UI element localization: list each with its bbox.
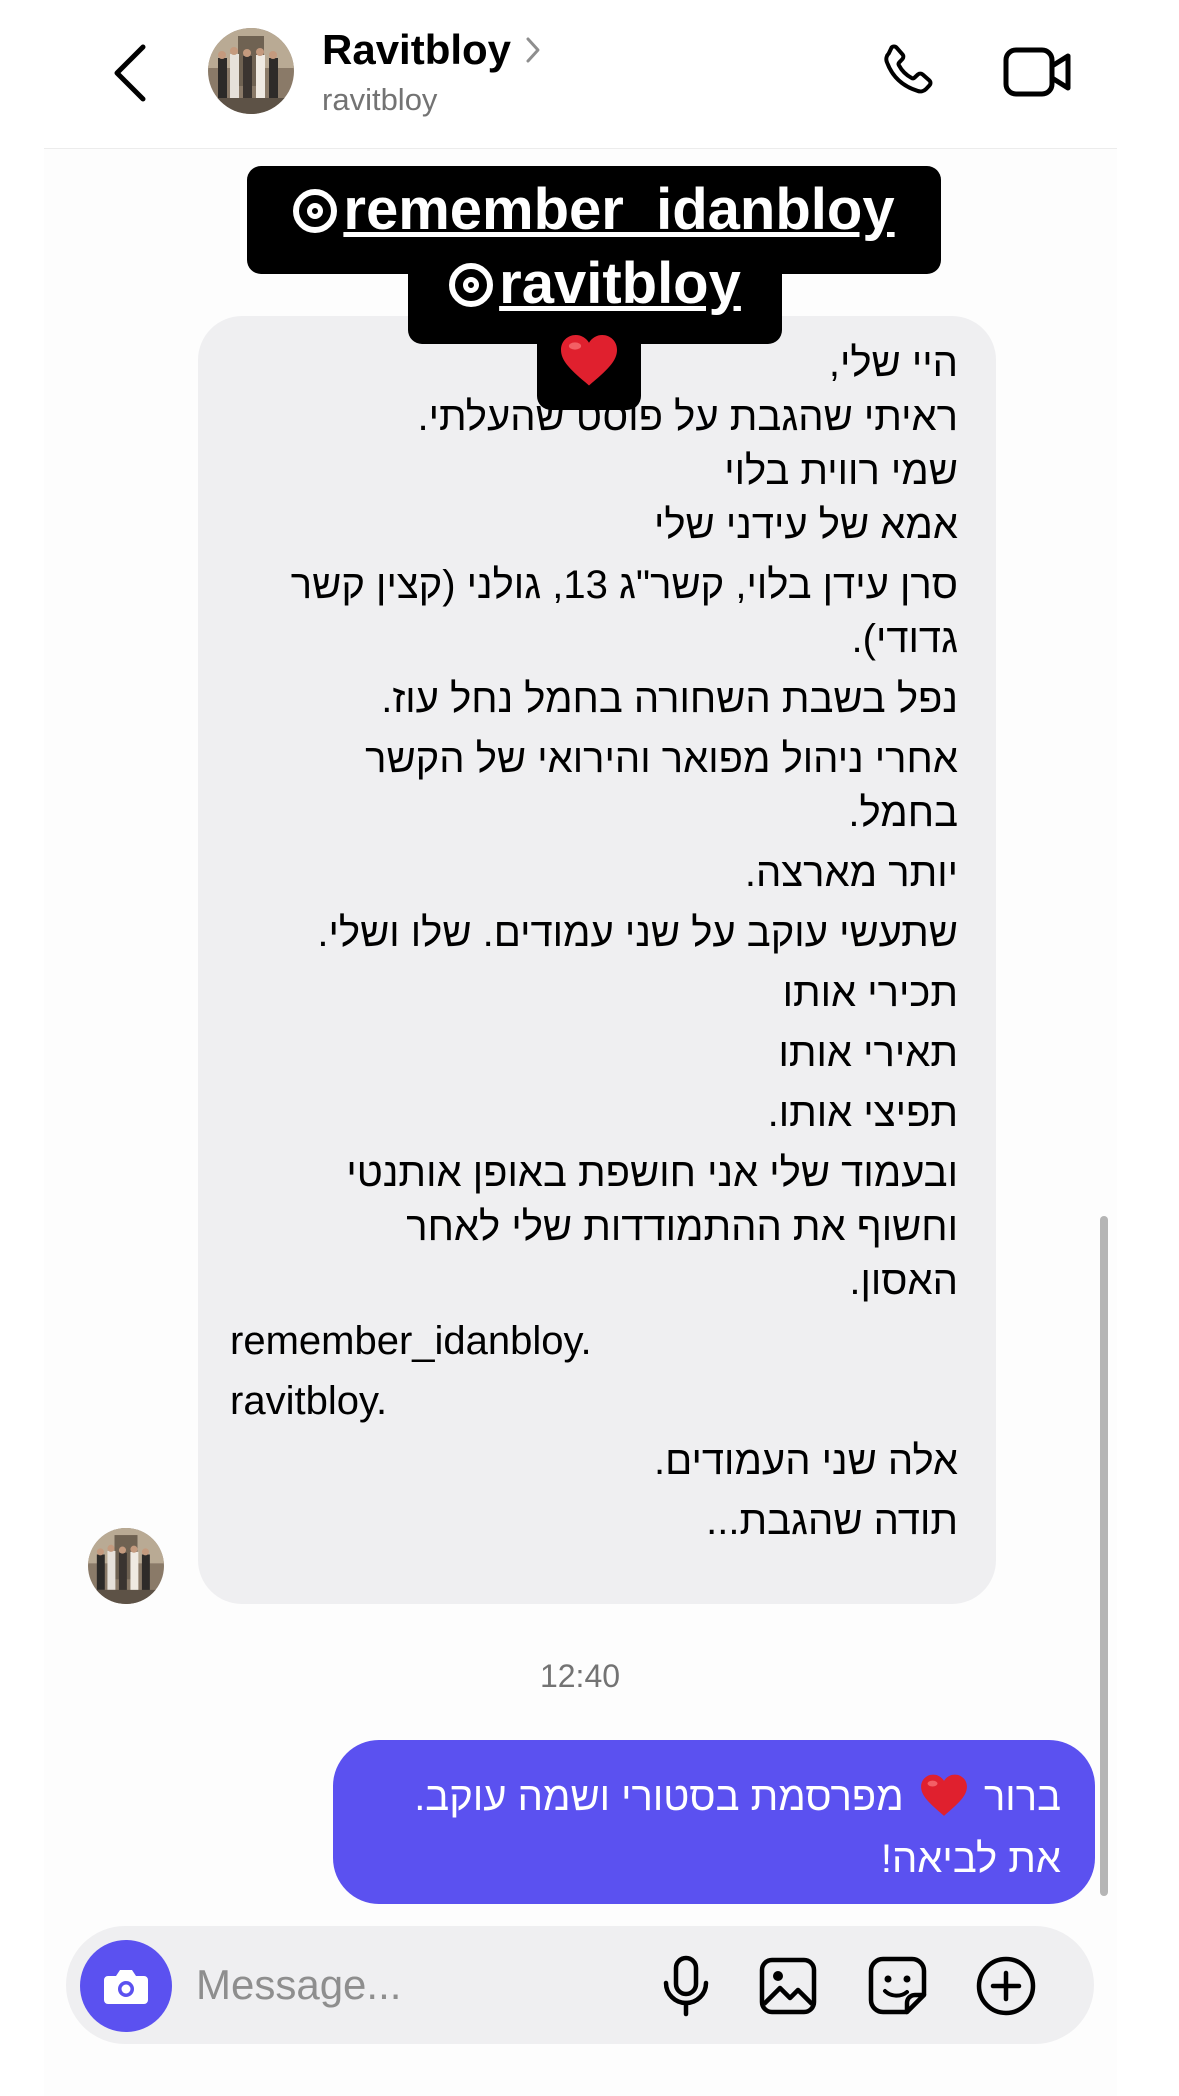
thread-header bbox=[44, 0, 1117, 149]
back-button[interactable] bbox=[100, 38, 160, 108]
threads-icon bbox=[449, 263, 494, 307]
received-message-bubble[interactable]: היי שלי, ראיתי שהגבת על פוסט שהעלתי. שמי… bbox=[198, 316, 996, 1604]
message-line: יותר מארצה. bbox=[744, 851, 958, 895]
message-line: remember_idanbloy. bbox=[230, 1319, 592, 1363]
message-line: גדודי). bbox=[851, 617, 958, 661]
voice-message-button[interactable] bbox=[650, 1950, 722, 2022]
message-line: אחרי ניהול מפואר והירואי של הקשר bbox=[365, 737, 958, 781]
camera-icon bbox=[104, 1970, 148, 2004]
audio-call-button[interactable] bbox=[870, 36, 942, 108]
red-heart-emoji bbox=[919, 1772, 969, 1832]
sent-text-part: ברור bbox=[983, 1775, 1061, 1819]
contact-display-name: Ravitbloy bbox=[322, 26, 512, 73]
video-camera-icon bbox=[1003, 47, 1071, 97]
message-line: שמי רווית בלוי bbox=[724, 449, 958, 493]
message-line: תפיצי אותו. bbox=[767, 1091, 958, 1135]
mention-sticker-ravitbloy[interactable]: ravitbloy bbox=[408, 250, 782, 317]
sticker-icon bbox=[868, 1956, 927, 2015]
sent-message-bubble[interactable]: ברור מפרסמת בסטורי ושמה עוקב. את לביאה! bbox=[333, 1740, 1095, 1904]
dm-thread-screen: Ravitbloy ravitbloy היי שלי, ראיתי שהגבת… bbox=[0, 0, 1179, 2096]
red-heart-emoji bbox=[537, 324, 641, 396]
message-line: ובעמוד שלי אני חושפת באופן אותנטי bbox=[346, 1151, 958, 1195]
video-call-button[interactable] bbox=[1000, 36, 1076, 108]
contact-name[interactable]: Ravitbloy bbox=[322, 26, 541, 74]
message-line: תאירי אותו bbox=[778, 1031, 958, 1075]
sent-message-line: ברור מפרסמת בסטורי ושמה עוקב. bbox=[369, 1770, 1061, 1832]
sent-message-text: ברור מפרסמת בסטורי ושמה עוקב. את לביאה! bbox=[369, 1770, 1061, 1886]
phone-icon bbox=[884, 44, 933, 94]
microphone-icon bbox=[663, 1955, 709, 2017]
chevron-right-icon bbox=[525, 36, 541, 64]
message-line: תכירי אותו bbox=[782, 971, 958, 1015]
message-line: האסון. bbox=[849, 1259, 958, 1303]
message-line: בחמל. bbox=[848, 791, 958, 835]
message-line: שתעשי עוקב על שני עמודים. שלו ושלי. bbox=[317, 911, 958, 955]
sender-profile-photo bbox=[88, 1528, 164, 1604]
avatar[interactable] bbox=[208, 28, 294, 114]
message-line: ravitbloy. bbox=[230, 1379, 388, 1423]
sticker-button[interactable] bbox=[862, 1950, 934, 2022]
camera-button[interactable] bbox=[80, 1940, 172, 2032]
plus-circle-icon bbox=[976, 1956, 1036, 2016]
profile-photo bbox=[208, 28, 294, 114]
threads-icon bbox=[293, 189, 338, 233]
message-line: נפל בשבת השחורה בחמל נחל עוז. bbox=[381, 677, 958, 721]
gallery-button[interactable] bbox=[752, 1950, 824, 2022]
contact-username: ravitbloy bbox=[322, 82, 438, 117]
message-line: סרן עידן בלוי, קשר"ג 13, גולני (קצין קשר bbox=[290, 563, 958, 607]
message-line: תודה שהגבת... bbox=[706, 1499, 958, 1543]
chevron-left-icon bbox=[114, 44, 146, 102]
mention-text: ravitbloy bbox=[499, 251, 741, 316]
message-line: אמא של עידני שלי bbox=[653, 503, 958, 547]
mention-text: remember_idanbloy bbox=[343, 177, 895, 242]
message-input[interactable] bbox=[196, 1952, 636, 2018]
sender-avatar[interactable] bbox=[88, 1528, 164, 1604]
scrollbar[interactable] bbox=[1100, 1216, 1108, 1896]
mention-sticker-remember-idanbloy[interactable]: remember_idanbloy bbox=[247, 176, 941, 243]
message-line: וחשוף את ההתמודדות שלי לאחר bbox=[406, 1205, 958, 1249]
sent-text-part: מפרסמת בסטורי ושמה עוקב. bbox=[414, 1775, 904, 1819]
image-icon bbox=[759, 1957, 817, 2015]
sent-message-line: את לביאה! bbox=[880, 1837, 1061, 1881]
received-message-text: היי שלי, ראיתי שהגבת על פוסט שהעלתי. שמי… bbox=[230, 336, 958, 1548]
message-line: אלה שני העמודים. bbox=[654, 1439, 958, 1483]
more-options-button[interactable] bbox=[970, 1950, 1042, 2022]
message-timestamp: 12:40 bbox=[539, 1658, 621, 1694]
